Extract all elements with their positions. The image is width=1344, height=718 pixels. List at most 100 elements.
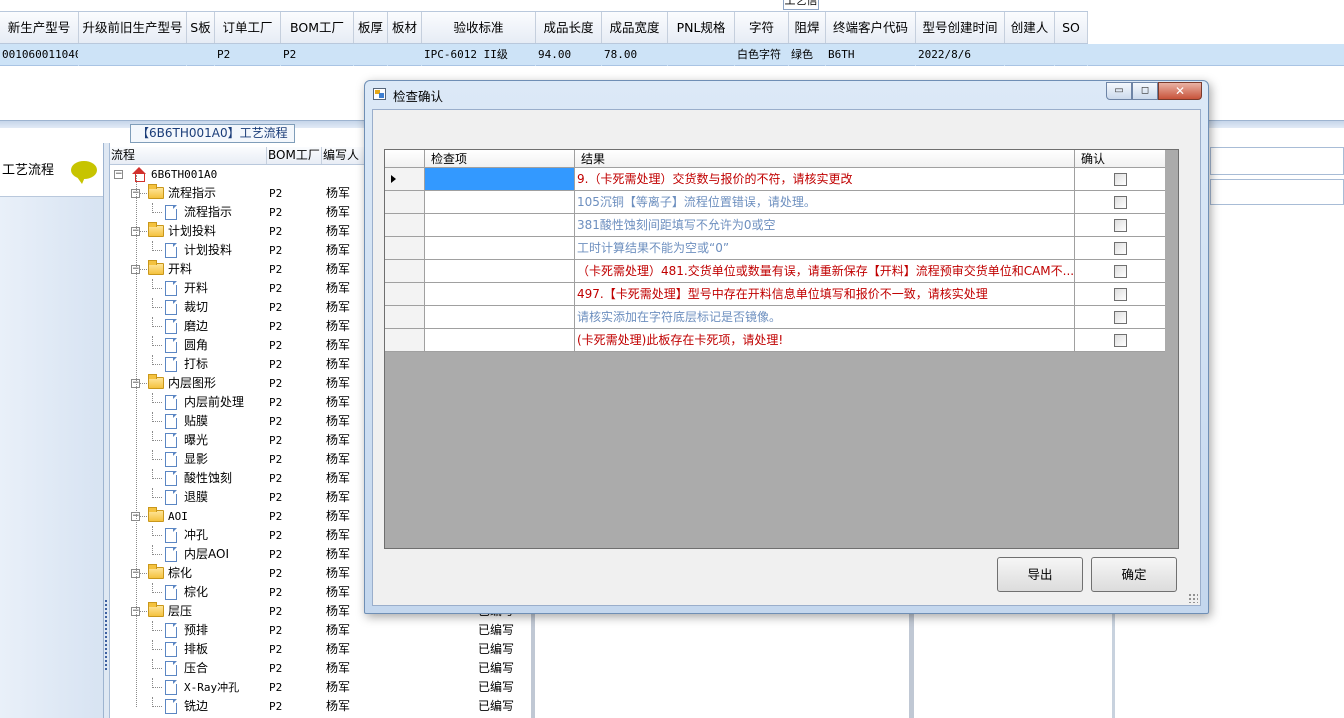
check-row[interactable]: 497.【卡死需处理】型号中存在开料信息单位填写和报价不一致，请核实处理 (385, 283, 1165, 306)
cell-bom-factory[interactable]: P2 (281, 44, 354, 66)
cell-so[interactable] (1055, 44, 1088, 66)
check-result-cell[interactable]: （卡死需处理）481.交货单位或数量有误，请重新保存【开料】流程预审交货单位和C… (575, 260, 1075, 283)
row-header[interactable] (385, 237, 425, 260)
row-header[interactable] (385, 191, 425, 214)
row-header[interactable] (385, 168, 425, 191)
row-header[interactable] (385, 214, 425, 237)
dialog-title-bar[interactable]: 检查确认 ▭ ◻ ✕ (365, 81, 1208, 107)
header-solder-mask[interactable]: 阻焊 (789, 12, 826, 43)
header-old-model[interactable]: 升级前旧生产型号 (79, 12, 187, 43)
row-header[interactable] (385, 283, 425, 306)
tree-step-row[interactable]: 压合 P2 杨军 已编写 (110, 659, 530, 678)
check-row[interactable]: 工时计算结果不能为空或“0” (385, 237, 1165, 260)
check-item-cell[interactable] (425, 168, 575, 191)
check-row[interactable]: 9.（卡死需处理）交货数与报价的不符，请核实更改 (385, 168, 1165, 191)
check-result-cell[interactable]: 497.【卡死需处理】型号中存在开料信息单位填写和报价不一致，请核实处理 (575, 283, 1075, 306)
check-row[interactable]: 381酸性蚀刻间距填写不允许为0或空 (385, 214, 1165, 237)
header-bom-factory[interactable]: BOM工厂 (281, 12, 354, 43)
header-so[interactable]: SO (1055, 12, 1088, 43)
check-item-cell[interactable] (425, 329, 575, 352)
tree-step-row[interactable]: 排板 P2 杨军 已编写 (110, 640, 530, 659)
header-customer-code[interactable]: 终端客户代码 (826, 12, 916, 43)
minimize-icon[interactable]: ▭ (1106, 82, 1132, 100)
header-thickness[interactable]: 板厚 (354, 12, 388, 43)
header-bom-factory[interactable]: BOM工厂 (267, 147, 322, 164)
header-create-time[interactable]: 型号创建时间 (916, 12, 1005, 43)
header-material[interactable]: 板材 (388, 12, 422, 43)
resize-grip[interactable] (1188, 593, 1198, 603)
check-row[interactable]: 请核实添加在字符底层标记是否镜像。 (385, 306, 1165, 329)
product-grid-row[interactable]: 0010600110403 P2P2 IPC-6012 II级94.0078.00 白… (0, 44, 1344, 66)
header-pnl-spec[interactable]: PNL规格 (668, 12, 735, 43)
tree-bom-factory: P2 (269, 187, 283, 200)
splitter-grip[interactable] (105, 600, 108, 670)
check-item-cell[interactable] (425, 260, 575, 283)
process-flow-nav-item[interactable]: 工艺流程 (0, 143, 103, 197)
header-flow[interactable]: 流程 (110, 147, 267, 164)
check-row[interactable]: （卡死需处理）481.交货单位或数量有误，请重新保存【开料】流程预审交货单位和C… (385, 260, 1165, 283)
check-result-cell[interactable]: 工时计算结果不能为空或“0” (575, 237, 1075, 260)
confirm-checkbox[interactable] (1114, 288, 1127, 301)
tree-step-row[interactable]: 预排 P2 杨军 已编写 (110, 621, 530, 640)
header-length[interactable]: 成品长度 (536, 12, 602, 43)
cell-thickness[interactable] (354, 44, 388, 66)
confirm-checkbox[interactable] (1114, 219, 1127, 232)
header-legend[interactable]: 字符 (735, 12, 789, 43)
check-item-cell[interactable] (425, 191, 575, 214)
confirm-checkbox[interactable] (1114, 242, 1127, 255)
cell-new-model[interactable]: 0010600110403 (0, 44, 79, 66)
collapse-toggle[interactable]: − (114, 170, 123, 179)
check-item-cell[interactable] (425, 283, 575, 306)
header-new-model[interactable]: 新生产型号 (0, 12, 79, 43)
maximize-icon[interactable]: ◻ (1132, 82, 1158, 100)
check-item-cell[interactable] (425, 306, 575, 329)
close-icon[interactable]: ✕ (1158, 82, 1202, 100)
check-row[interactable]: (卡死需处理)此板存在卡死项，请处理! (385, 329, 1165, 352)
confirm-checkbox[interactable] (1114, 173, 1127, 186)
tree-step-row[interactable]: 铣边 P2 杨军 已编写 (110, 697, 530, 716)
header-result[interactable]: 结果 (575, 150, 1075, 168)
cell-legend[interactable]: 白色字符 (735, 44, 789, 66)
confirm-checkbox[interactable] (1114, 265, 1127, 278)
document-icon (165, 585, 177, 600)
chat-bubble-icon[interactable] (71, 161, 97, 184)
check-result-cell[interactable]: (卡死需处理)此板存在卡死项，请处理! (575, 329, 1075, 352)
header-acceptance-std[interactable]: 验收标准 (422, 12, 536, 43)
check-result-cell[interactable]: 105沉铜【等离子】流程位置错误，请处理。 (575, 191, 1075, 214)
ok-button[interactable]: 确定 (1091, 557, 1177, 592)
check-item-cell[interactable] (425, 237, 575, 260)
cell-customer-code[interactable]: B6TH (826, 44, 916, 66)
cell-material[interactable] (388, 44, 422, 66)
header-order-factory[interactable]: 订单工厂 (215, 12, 281, 43)
check-item-cell[interactable] (425, 214, 575, 237)
export-button[interactable]: 导出 (997, 557, 1083, 592)
cell-width[interactable]: 78.00 (602, 44, 668, 66)
confirm-checkbox[interactable] (1114, 334, 1127, 347)
header-creator[interactable]: 创建人 (1005, 12, 1055, 43)
cell-create-time[interactable]: 2022/8/6 (916, 44, 1005, 66)
header-width[interactable]: 成品宽度 (602, 12, 668, 43)
cell-length[interactable]: 94.00 (536, 44, 602, 66)
check-result-cell[interactable]: 9.（卡死需处理）交货数与报价的不符，请核实更改 (575, 168, 1075, 191)
tree-connector (152, 497, 162, 498)
confirm-checkbox[interactable] (1114, 311, 1127, 324)
check-result-cell[interactable]: 请核实添加在字符底层标记是否镜像。 (575, 306, 1075, 329)
cell-order-factory[interactable]: P2 (215, 44, 281, 66)
check-result-cell[interactable]: 381酸性蚀刻间距填写不允许为0或空 (575, 214, 1075, 237)
confirm-checkbox[interactable] (1114, 196, 1127, 209)
tree-step-row[interactable]: X-Ray冲孔 P2 杨军 已编写 (110, 678, 530, 697)
cell-pnl-spec[interactable] (668, 44, 735, 66)
header-check-item[interactable]: 检查项 (425, 150, 575, 168)
header-confirm[interactable]: 确认 (1075, 150, 1165, 168)
cell-creator[interactable] (1005, 44, 1055, 66)
cell-old-model[interactable] (79, 44, 187, 66)
cell-solder-mask[interactable]: 绿色 (789, 44, 826, 66)
row-header[interactable] (385, 260, 425, 283)
row-header[interactable] (385, 306, 425, 329)
header-s-board[interactable]: S板 (187, 12, 215, 43)
check-row[interactable]: 105沉铜【等离子】流程位置错误，请处理。 (385, 191, 1165, 214)
cell-s-board[interactable] (187, 44, 215, 66)
process-info-tab[interactable]: 工艺信息 (783, 0, 819, 10)
row-header[interactable] (385, 329, 425, 352)
cell-acceptance-std[interactable]: IPC-6012 II级 (422, 44, 536, 66)
